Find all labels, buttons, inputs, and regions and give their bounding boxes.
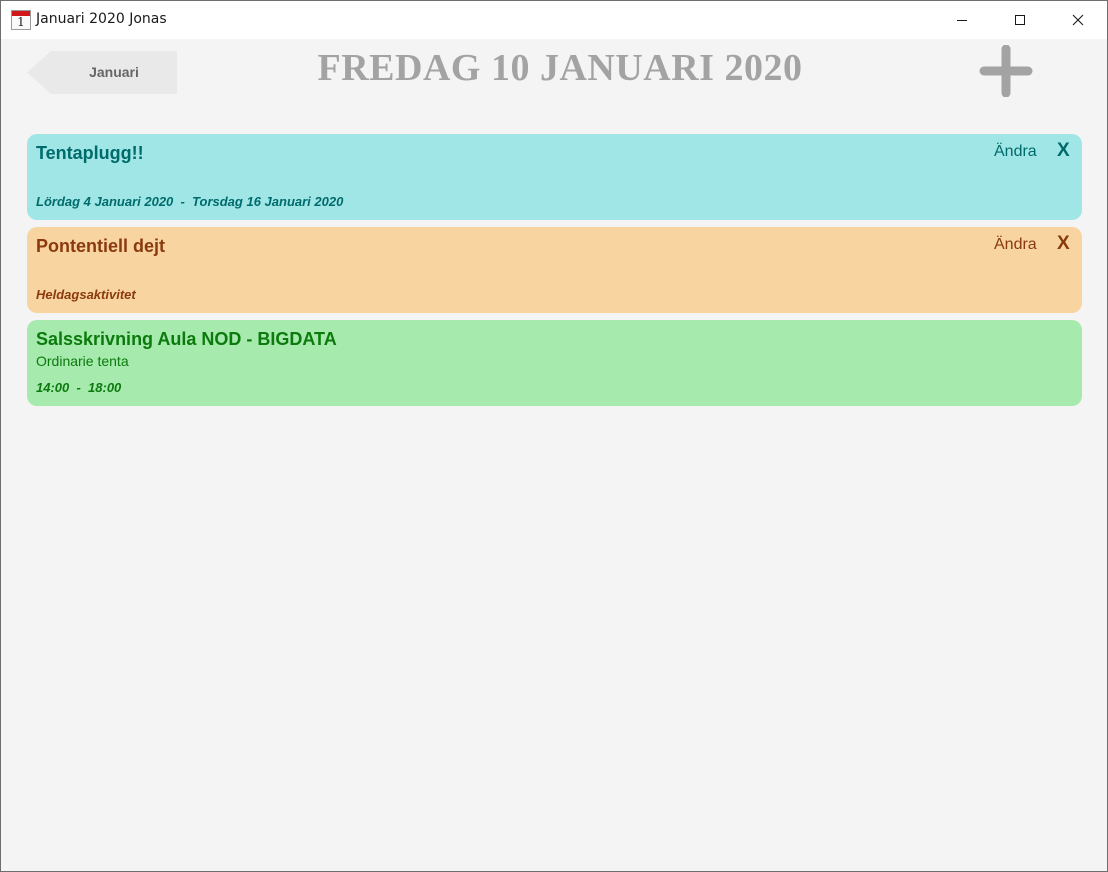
day-view: Januari FREDAG 10 JANUARI 2020 Tentaplug… — [1, 39, 1107, 871]
minimize-button[interactable] — [939, 1, 985, 39]
event-description: Ordinarie tenta — [36, 353, 129, 369]
calendar-app-icon: 1 — [11, 10, 31, 30]
event-time: 14:00 - 18:00 — [36, 380, 122, 395]
back-button-label: Januari — [89, 64, 139, 80]
title-bar[interactable]: 1 Januari 2020 Jonas — [1, 1, 1107, 39]
add-event-button[interactable] — [979, 45, 1033, 97]
page-title: FREDAG 10 JANUARI 2020 — [317, 47, 803, 89]
event-title: Salsskrivning Aula NOD - BIGDATA — [36, 329, 337, 349]
close-button[interactable] — [1055, 1, 1101, 39]
event-card[interactable]: Salsskrivning Aula NOD - BIGDATA Ordinar… — [27, 320, 1082, 406]
plus-icon — [979, 45, 1033, 97]
close-icon — [1072, 14, 1084, 26]
calendar-icon-day: 1 — [17, 15, 25, 29]
event-title: Pontentiell dejt — [36, 236, 166, 256]
maximize-button[interactable] — [997, 1, 1043, 39]
event-time: Heldagsaktivitet — [36, 287, 136, 302]
app-window: 1 Januari 2020 Jonas Januari FREDAG 10 J… — [0, 0, 1108, 872]
back-to-month-button[interactable]: Januari — [27, 51, 177, 94]
window-title: Januari 2020 Jonas — [36, 11, 167, 27]
event-card[interactable]: Tentaplugg!! Lördag 4 Januari 2020 - Tor… — [27, 134, 1082, 220]
event-title: Tentaplugg!! — [36, 143, 144, 163]
minimize-icon — [957, 20, 967, 21]
event-time: Lördag 4 Januari 2020 - Torsdag 16 Janua… — [36, 194, 344, 209]
edit-button[interactable]: Ändra — [994, 142, 1037, 162]
edit-button[interactable]: Ändra — [994, 235, 1037, 255]
delete-button[interactable]: X — [1057, 233, 1070, 255]
delete-button[interactable]: X — [1057, 140, 1070, 162]
maximize-icon — [1015, 15, 1025, 25]
event-card[interactable]: Pontentiell dejt Heldagsaktivitet Ändra … — [27, 227, 1082, 313]
